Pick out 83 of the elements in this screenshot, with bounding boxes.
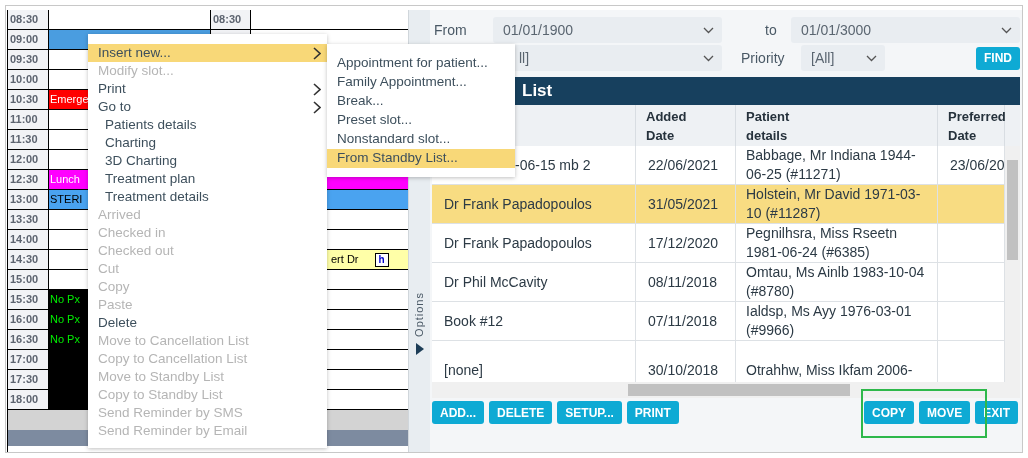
- slot-text: No Px: [50, 332, 80, 348]
- table-cell: 31/05/2021: [648, 194, 719, 214]
- table-row[interactable]: Book #12 07/11/2018 Ialdsp, Ms Ayy 1976-03-01 (#9966): [432, 302, 1005, 341]
- table-row[interactable]: Dr Frank Papadopoulos 31/05/2021 Holstein, Mr David 1971-03-10 (#11287): [432, 185, 1005, 224]
- table-cell: Dr Phil McCavity: [444, 272, 548, 292]
- table-cell: 22/06/2021: [648, 155, 719, 175]
- menu-item[interactable]: Patients details: [88, 116, 327, 134]
- chevron-icon: [313, 82, 321, 96]
- menu-item[interactable]: 3D Charting: [88, 152, 327, 170]
- table-cell: Dr Frank Papadopoulos: [444, 194, 592, 214]
- slot-text: No Px: [50, 312, 80, 328]
- table-cell: Otrahhw, Miss Ikfam 2006-: [746, 361, 913, 380]
- time-label: 14:00: [8, 230, 49, 249]
- table-cell: -06-15 mb 2: [515, 155, 591, 175]
- time-label: 10:30: [8, 90, 49, 109]
- time-label: 14:30: [8, 250, 49, 269]
- menu-item[interactable]: Treatment details: [88, 188, 327, 206]
- table-row[interactable]: Dr Frank Papadopoulos 17/12/2020 Pegnilhsra, Miss Rseetn 1981-06-24 (#6385): [432, 224, 1005, 263]
- time-label: 12:30: [8, 170, 49, 189]
- time-label: 08:30: [8, 10, 49, 29]
- time-label: 11:30: [8, 130, 49, 149]
- slot-badge: h: [374, 252, 389, 267]
- table-cell: Dr Frank Papadopoulos: [444, 233, 592, 253]
- to-date-field[interactable]: 01/01/3000: [791, 17, 1020, 43]
- table-cell-text: Pegnilhsra, Miss Rseetn 1981-06-24 (#6385): [746, 224, 898, 262]
- table-cell: 17/12/2020: [648, 233, 719, 253]
- expand-arrow-icon[interactable]: [415, 342, 424, 355]
- table-row[interactable]: Dr Phil McCavity 08/11/2018 Omtau, Ms Ainlb 1983-10-04 (#8780): [432, 263, 1005, 302]
- time-label: 15:00: [8, 270, 49, 289]
- chevron-icon: [313, 100, 321, 114]
- time-label: 09:30: [8, 50, 49, 69]
- table-cell-text: Ialdsp, Ms Ayy 1976-03-01 (#9966): [746, 302, 913, 340]
- table-cell-text: Babbage, Mr Indiana 1944-06-25 (#11271): [746, 146, 917, 184]
- table-cell: 07/11/2018: [648, 311, 718, 331]
- menu-item[interactable]: Delete: [88, 314, 327, 332]
- slot-text: Emerge: [50, 92, 89, 108]
- column-header[interactable]: Added Date: [646, 106, 716, 145]
- dropdown-caret-icon: [866, 54, 877, 62]
- table-cell: [none]: [444, 361, 483, 380]
- slot-text: STERI: [50, 192, 83, 208]
- slot-text: Lunch: [50, 172, 80, 188]
- table-cell: Book #12: [444, 311, 504, 331]
- time-label: 12:00: [8, 150, 49, 169]
- options-label: Options: [412, 292, 427, 337]
- from-date-field[interactable]: 01/01/1900: [493, 17, 722, 43]
- time-label: 18:00: [8, 390, 49, 409]
- table-cell: 23/06/20: [950, 155, 1004, 175]
- time-label: 16:30: [8, 330, 49, 349]
- column-header[interactable]: Patient details: [746, 106, 816, 145]
- menu-item[interactable]: Treatment plan: [88, 170, 327, 188]
- time-label: 13:00: [8, 190, 49, 209]
- dropdown-caret-icon: [703, 54, 714, 62]
- slot-text: ert Dr: [331, 252, 359, 268]
- menu-item[interactable]: From Standby List...: [327, 149, 515, 168]
- dropdown-caret-icon: [703, 26, 714, 34]
- time-label: 17:00: [8, 350, 49, 369]
- time-label: 15:30: [8, 290, 49, 309]
- time-label: 09:00: [8, 30, 49, 49]
- time-label: 17:30: [8, 370, 49, 389]
- time-label: 16:00: [8, 310, 49, 329]
- time-label: 08:30: [213, 12, 242, 28]
- time-label: 13:30: [8, 210, 49, 229]
- slot-text: No Px: [50, 292, 80, 308]
- menu-item[interactable]: Charting: [88, 134, 327, 152]
- table-cell-text: Holstein, Mr David 1971-03-10 (#11287): [746, 185, 922, 223]
- priority-dropdown[interactable]: [All]: [801, 45, 885, 71]
- list-title: List: [522, 80, 553, 103]
- menu-item[interactable]: Print: [88, 80, 327, 98]
- priority-label: Priority: [740, 48, 786, 68]
- horizontal-scrollbar[interactable]: [432, 382, 1020, 398]
- vertical-scrollbar[interactable]: [1005, 146, 1020, 382]
- time-label: 11:00: [8, 110, 49, 129]
- from-label: From: [433, 20, 468, 40]
- chevron-icon: [313, 46, 321, 60]
- column-header[interactable]: Preferred Date: [948, 106, 1006, 145]
- to-label: to: [764, 20, 778, 40]
- table-cell: 08/11/2018: [648, 272, 718, 292]
- table-cell-text: Omtau, Ms Ainlb 1983-10-04 (#8780): [746, 263, 926, 301]
- menu-item[interactable]: Insert new...: [88, 44, 327, 62]
- menu-item[interactable]: Go to: [88, 98, 327, 116]
- dropdown-caret-icon: [1001, 26, 1012, 34]
- table-cell: 30/10/2018: [648, 361, 719, 380]
- time-label: 10:00: [8, 70, 49, 89]
